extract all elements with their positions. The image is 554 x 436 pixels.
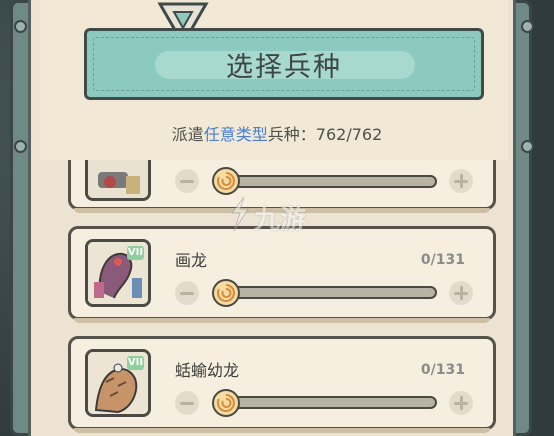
decrease-button[interactable] [175,281,199,305]
bolt-icon [14,20,27,33]
decrease-button[interactable] [175,391,199,415]
shell-handle-icon [212,389,240,417]
watermark-logo-icon [231,196,249,232]
watermark: 九游 [226,195,336,235]
page-title: 选择兵种 [226,52,342,83]
quantity-slider-track[interactable] [221,286,437,299]
increase-button[interactable] [449,169,473,193]
unit-count: 0/131 [420,362,465,378]
watermark-text: 九游 [254,205,307,235]
increase-button[interactable] [449,281,473,305]
slider-handle[interactable] [211,278,241,308]
unit-count: 0/131 [420,252,465,268]
shell-handle-icon [212,279,240,307]
rank-badge: VII [127,246,144,260]
unit-name: 画龙 [175,251,208,270]
unit-card[interactable]: VII 蛞蝓幼龙 0/131 [68,336,496,433]
unit-portrait: VII [85,349,151,417]
slider-handle[interactable] [211,388,241,418]
quantity-slider-track[interactable] [221,396,437,409]
rank-badge: VII [127,356,144,370]
quantity-slider-track[interactable] [221,175,437,188]
slider-handle[interactable] [211,166,241,196]
dispatch-type-highlight: 任意类型 [203,125,268,144]
title-banner: 选择兵种 [84,28,484,100]
unit-name: 蛞蝓幼龙 [175,361,240,380]
dispatch-count: 762/762 [315,125,383,144]
increase-button[interactable] [449,391,473,415]
dispatch-prefix: 派遣 [171,125,204,144]
decrease-button[interactable] [175,169,199,193]
bolt-icon [521,20,534,33]
shell-handle-icon [212,167,240,195]
dispatch-suffix: 兵种： [267,125,316,144]
unit-card[interactable]: VII 画龙 0/131 [68,226,496,323]
unit-portrait: VII [85,239,151,307]
dispatch-info: 派遣任意类型兵种：762/762 [0,121,554,145]
